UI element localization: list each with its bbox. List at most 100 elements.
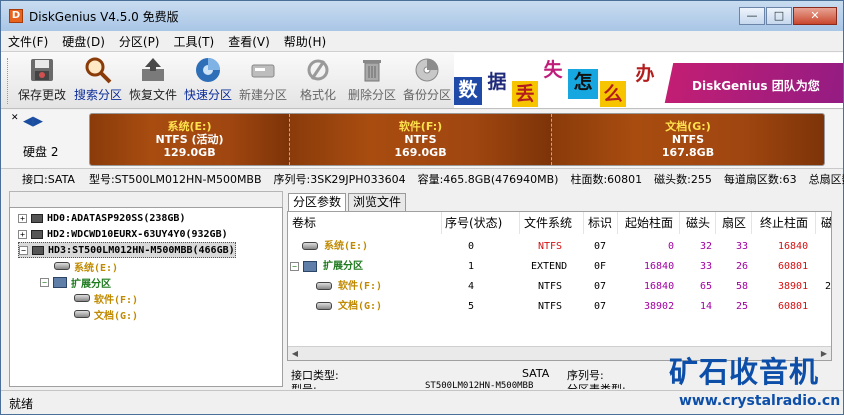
quick-partition-button[interactable]: 快速分区 xyxy=(181,56,235,106)
prev-disk-icon[interactable]: ◀ xyxy=(23,114,33,129)
row-label: − 扩展分区 xyxy=(290,257,363,277)
disk-capacity: 容量:465.8GB(476940MB) xyxy=(417,172,559,186)
menu-tools[interactable]: 工具(T) xyxy=(167,33,222,50)
row-fs: NTFS xyxy=(538,281,563,292)
menu-view[interactable]: 查看(V) xyxy=(221,33,277,50)
tree-item-label: 软件(F:) xyxy=(94,294,139,306)
tree-item-hd3[interactable]: − HD3:ST500LM012HN-M500MBB(466GB) xyxy=(18,242,236,258)
quick-partition-label: 快速分区 xyxy=(183,88,232,102)
col-header-start-cyl[interactable]: 起始柱面 xyxy=(625,212,680,234)
promo-banner[interactable]: 数 据 丢 失 怎 么 办 DiskGenius 团队为您 xyxy=(454,53,843,108)
harddisk-icon xyxy=(32,245,44,255)
scroll-left-icon[interactable]: ◀ xyxy=(288,347,302,360)
new-partition-button[interactable]: 新建分区 xyxy=(236,56,290,106)
menu-file[interactable]: 文件(F) xyxy=(1,33,55,50)
collapse-icon[interactable]: − xyxy=(40,277,49,287)
search-icon xyxy=(83,56,113,84)
disk-tree: + HD0:ADATASP920SS(238GB) + HD2:WDCWD10E… xyxy=(9,207,283,387)
row-id: 07 xyxy=(594,281,607,292)
maximize-button[interactable]: □ xyxy=(766,7,792,25)
row-id: 07 xyxy=(594,301,607,312)
save-icon xyxy=(27,56,57,84)
banner-char-7: 办 xyxy=(630,61,660,91)
partition-block-e[interactable]: 系统(E:) NTFS (活动) 129.0GB xyxy=(90,114,290,165)
backup-partition-button[interactable]: 备份分区 xyxy=(400,56,454,106)
menu-partition[interactable]: 分区(P) xyxy=(112,33,167,50)
tab-browse-files[interactable]: 浏览文件 xyxy=(348,193,407,211)
expand-icon[interactable]: + xyxy=(18,213,27,223)
search-partition-button[interactable]: 搜索分区 xyxy=(71,56,125,106)
tree-item-system-e[interactable]: 系统(E:) xyxy=(54,258,118,274)
partition-strip: 系统(E:) NTFS (活动) 129.0GB 软件(F:) NTFS 169… xyxy=(89,113,825,166)
partition-block-g[interactable]: 文档(G:) NTFS 167.8GB xyxy=(552,114,824,165)
harddisk-icon xyxy=(31,213,43,223)
tree-item-label: HD0:ADATASP920SS(238GB) xyxy=(47,212,186,224)
banner-char-5: 怎 xyxy=(568,69,598,99)
col-header-head[interactable]: 磁头 xyxy=(686,212,716,234)
recover-files-button[interactable]: 恢复文件 xyxy=(126,56,180,106)
tree-item-software-f[interactable]: 软件(F:) xyxy=(74,290,138,306)
col-header-sector[interactable]: 扇区 xyxy=(722,212,752,234)
collapse-x-icon[interactable]: ✕ xyxy=(11,113,19,123)
banner-char-6: 么 xyxy=(600,81,626,107)
tree-item-extended[interactable]: − 扩展分区 xyxy=(40,274,111,290)
menu-help[interactable]: 帮助(H) xyxy=(277,33,333,50)
collapse-icon[interactable]: − xyxy=(290,262,299,271)
col-header-id[interactable]: 标识 xyxy=(588,212,618,234)
delete-partition-button[interactable]: 删除分区 xyxy=(345,56,399,106)
tree-item-hd0[interactable]: + HD0:ADATASP920SS(238GB) xyxy=(18,210,185,226)
partition-name: 文档(G:) xyxy=(665,120,711,133)
watermark-url: www.crystalradio.cn xyxy=(679,393,841,409)
volume-icon xyxy=(74,310,90,318)
prop-model-value: ST500LM012HN-M500MBB xyxy=(425,381,534,389)
format-label: 格式化 xyxy=(299,88,336,102)
backup-icon xyxy=(412,56,442,84)
disk-cylinders: 柱面数:60801 xyxy=(570,172,643,186)
volume-icon xyxy=(302,242,318,250)
tree-item-hd2[interactable]: + HD2:WDCWD10EURX-63UY4Y0(932GB) xyxy=(18,226,228,242)
tree-item-label: HD2:WDCWD10EURX-63UY4Y0(932GB) xyxy=(47,228,228,240)
row-head: 32 xyxy=(700,241,713,252)
col-header-index[interactable]: 序号(状态) xyxy=(445,212,520,234)
partition-size: 167.8GB xyxy=(661,146,715,159)
disk-heads: 磁头数:255 xyxy=(654,172,712,186)
row-label-text: 系统(E:) xyxy=(324,241,369,252)
partition-fs: NTFS (活动) xyxy=(155,133,224,146)
prop-ptable-label: 分区表类型: xyxy=(567,381,626,389)
tab-strip: 分区参数 浏览文件 xyxy=(288,193,408,211)
menu-bar: 文件(F) 硬盘(D) 分区(P) 工具(T) 查看(V) 帮助(H) xyxy=(1,31,843,51)
toolbar-grip[interactable] xyxy=(7,58,10,104)
banner-char-4: 失 xyxy=(540,57,566,83)
row-fs: NTFS xyxy=(538,301,563,312)
app-window: D DiskGenius V4.5.0 免费版 — □ ✕ 文件(F) 硬盘(D… xyxy=(0,0,844,415)
menu-disk[interactable]: 硬盘(D) xyxy=(55,33,112,50)
partition-name: 软件(F:) xyxy=(398,120,443,133)
row-sector: 58 xyxy=(736,281,749,292)
delete-icon xyxy=(357,56,387,84)
row-head: 14 xyxy=(700,301,713,312)
close-button[interactable]: ✕ xyxy=(793,7,837,25)
recover-icon xyxy=(138,56,168,84)
row-sector: 25 xyxy=(736,301,749,312)
tab-partition-params[interactable]: 分区参数 xyxy=(288,193,347,211)
banner-brand-text: DiskGenius 团队为您 xyxy=(692,79,820,93)
next-disk-icon[interactable]: ▶ xyxy=(33,114,43,129)
col-header-label[interactable]: 卷标 xyxy=(292,212,442,234)
col-header-more[interactable]: 磁 xyxy=(821,212,831,234)
col-header-fs[interactable]: 文件系统 xyxy=(524,212,584,234)
toolbar: 保存更改 搜索分区 恢复文件 快速分区 新建分区 格式化 删除分区 备份分区 数… xyxy=(1,51,843,109)
extended-partition-icon xyxy=(303,260,317,272)
partition-fs: NTFS xyxy=(671,133,705,146)
watermark-logo: 矿石收音机 www.crystalradio.cn xyxy=(669,349,841,413)
col-header-end-cyl[interactable]: 终止柱面 xyxy=(760,212,816,234)
collapse-icon[interactable]: − xyxy=(19,245,28,255)
partition-block-f[interactable]: 软件(F:) NTFS 169.0GB xyxy=(290,114,552,165)
expand-icon[interactable]: + xyxy=(18,229,27,239)
save-changes-button[interactable]: 保存更改 xyxy=(15,56,69,106)
format-button[interactable]: 格式化 xyxy=(291,56,345,106)
window-title: DiskGenius V4.5.0 免费版 xyxy=(29,9,179,24)
minimize-button[interactable]: — xyxy=(739,7,765,25)
tree-item-docs-g[interactable]: 文档(G:) xyxy=(74,306,138,322)
banner-char-2: 据 xyxy=(482,69,512,97)
backup-partition-label: 备份分区 xyxy=(402,88,451,102)
